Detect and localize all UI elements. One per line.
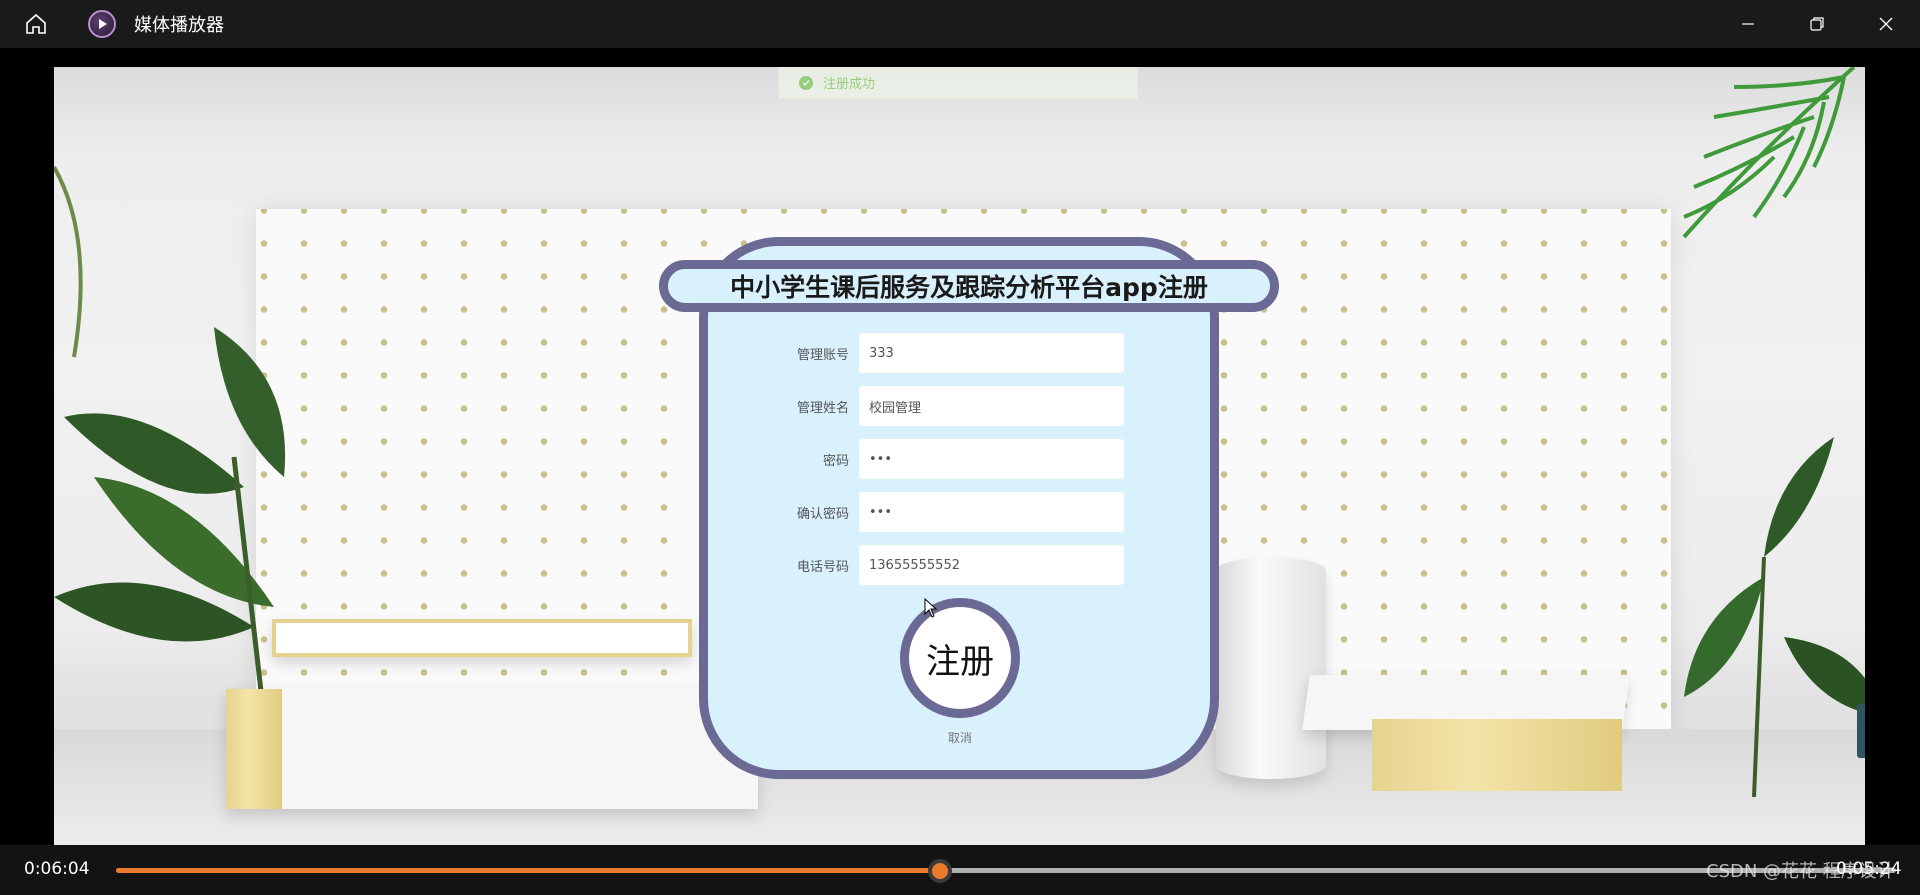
confirm-password-input[interactable]: ••• (859, 492, 1124, 532)
form-row-confirm-password: 确认密码 ••• (754, 491, 1134, 533)
cancel-link[interactable]: 取消 (928, 729, 992, 746)
tray-left (272, 619, 692, 657)
success-toast: 注册成功 (778, 67, 1138, 99)
form-row-phone: 电话号码 13655555552 (754, 544, 1134, 586)
field-label: 确认密码 (796, 506, 849, 522)
window-controls (1713, 0, 1920, 48)
restore-icon (1809, 17, 1824, 31)
home-icon (26, 13, 46, 34)
window-title: 媒体播放器 (134, 15, 224, 36)
pedestal-left-gold (226, 689, 282, 809)
phone-input[interactable]: 13655555552 (859, 545, 1124, 585)
mouse-cursor-icon (924, 598, 938, 618)
total-time: 0:05:24 (1836, 859, 1902, 879)
register-title: 中小学生课后服务及跟踪分析平台app注册 (730, 273, 1208, 302)
account-input[interactable]: 333 (859, 333, 1124, 373)
seek-bar-progress (116, 868, 941, 873)
field-label: 管理账号 (796, 347, 849, 363)
check-circle-icon (799, 75, 813, 90)
pedestal-left (226, 689, 758, 809)
password-input[interactable]: ••• (859, 439, 1124, 479)
form-row-password: 密码 ••• (754, 438, 1134, 480)
close-icon (1879, 17, 1892, 31)
cylinder-pedestal (1216, 557, 1326, 779)
field-label: 密码 (822, 453, 849, 469)
register-button[interactable]: 注册 (900, 598, 1020, 718)
palm-right-decoration (1682, 67, 1856, 239)
seek-bar[interactable] (116, 859, 1896, 883)
field-label: 电话号码 (796, 559, 849, 575)
media-player-icon (88, 10, 116, 38)
current-time: 0:06:04 (24, 859, 90, 879)
minimize-button[interactable] (1713, 0, 1782, 48)
name-input[interactable]: 校园管理 (859, 386, 1124, 426)
form-row-name: 管理姓名 校园管理 (754, 385, 1134, 427)
home-button[interactable] (0, 0, 72, 48)
form-row-account: 管理账号 333 (754, 332, 1134, 374)
toast-message: 注册成功 (823, 77, 876, 92)
close-button[interactable] (1851, 0, 1920, 48)
seek-bar-thumb[interactable] (928, 859, 953, 883)
video-frame[interactable]: 注册成功 中小学生课后服务及跟踪分析平台app注册 管理账号 333 管理姓名 … (54, 67, 1865, 845)
title-bar: 媒体播放器 (0, 0, 1920, 48)
restore-button[interactable] (1782, 0, 1851, 48)
pedestal-right-gold (1372, 719, 1622, 791)
minimize-icon (1741, 23, 1754, 25)
plant-right-decoration (1684, 437, 1865, 797)
side-panel-handle[interactable] (1857, 704, 1865, 758)
register-title-banner: 中小学生课后服务及跟踪分析平台app注册 (659, 260, 1279, 312)
player-controls: 0:06:04 CSDN @花花 程序设计 0:05:24 (0, 845, 1920, 895)
field-label: 管理姓名 (796, 400, 849, 416)
